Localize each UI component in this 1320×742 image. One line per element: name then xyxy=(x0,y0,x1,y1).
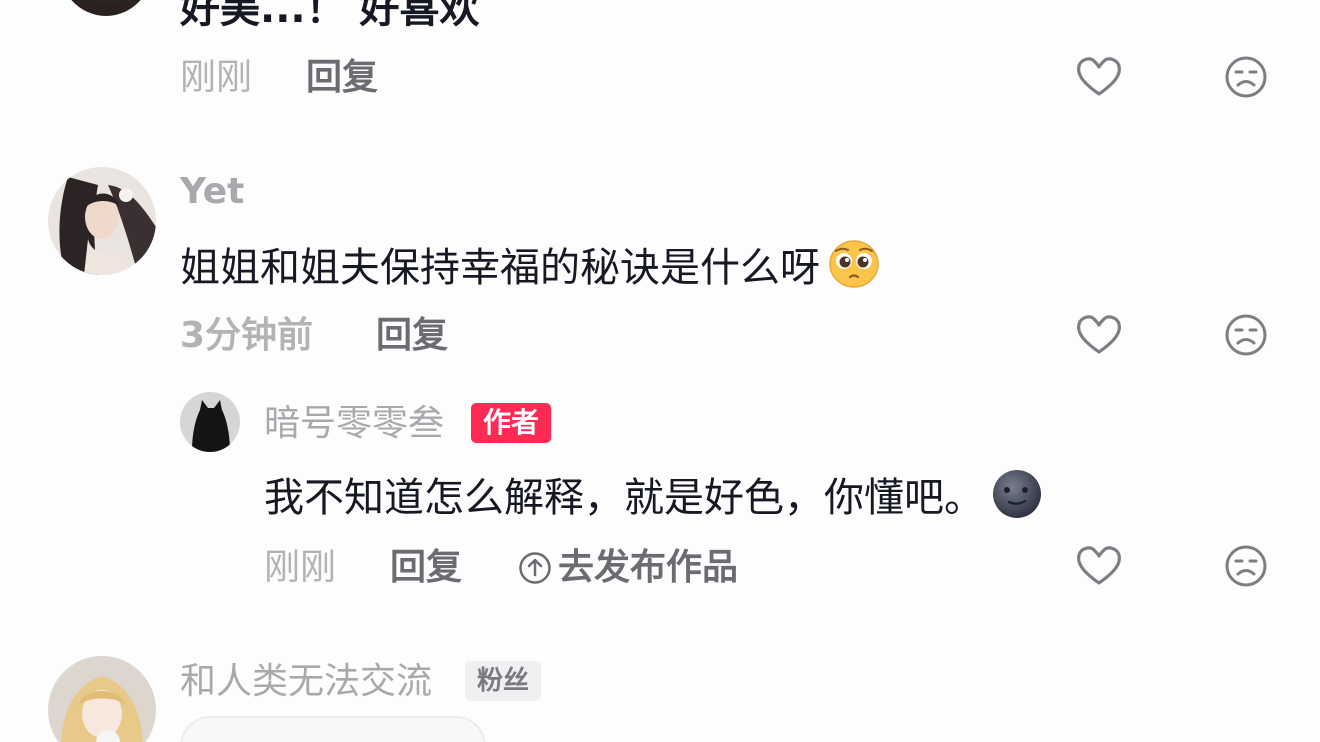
username[interactable]: 和人类无法交流 xyxy=(180,660,432,704)
heart-icon[interactable] xyxy=(1074,541,1124,591)
reply-button[interactable]: 回复 xyxy=(390,546,462,590)
publish-work-label: 去发布作品 xyxy=(558,547,739,588)
arrow-up-circle-icon xyxy=(519,552,551,584)
comment-text-content: 姐姐和姐夫保持幸福的秘诀是什么呀 xyxy=(180,245,820,291)
comment-text: 姐姐和姐夫保持幸福的秘诀是什么呀 xyxy=(180,238,882,302)
reply-button[interactable]: 回复 xyxy=(306,56,378,100)
author-avatar[interactable] xyxy=(180,392,240,452)
heart-icon[interactable] xyxy=(1074,52,1124,102)
unhappy-face-icon[interactable] xyxy=(1221,541,1271,591)
new-moon-face-icon xyxy=(990,468,1044,532)
avatar[interactable] xyxy=(58,0,154,16)
reply-button[interactable]: 回复 xyxy=(376,314,448,358)
author-badge: 作者 xyxy=(471,403,552,443)
fan-badge: 粉丝 xyxy=(465,661,542,701)
comment-time: 刚刚 xyxy=(180,57,253,98)
reply-text: 我不知道怎么解释，就是好色，你懂吧。 xyxy=(264,468,1044,532)
avatar[interactable] xyxy=(48,167,156,275)
avatar[interactable] xyxy=(48,656,156,742)
username[interactable]: Yet xyxy=(180,170,244,214)
pleading-face-icon xyxy=(826,238,882,302)
comment-time: 3分钟前 xyxy=(180,315,314,356)
comment-text: 好美...！ 好喜欢 xyxy=(180,0,480,32)
heart-icon[interactable] xyxy=(1074,310,1124,360)
publish-work-link[interactable]: 去发布作品 xyxy=(518,546,738,590)
unhappy-face-icon[interactable] xyxy=(1221,310,1271,360)
unhappy-face-icon[interactable] xyxy=(1221,52,1271,102)
reply-time: 刚刚 xyxy=(264,547,337,588)
reply-text-content: 我不知道怎么解释，就是好色，你懂吧。 xyxy=(264,475,984,521)
author-username[interactable]: 暗号零零叁 xyxy=(264,402,444,446)
comment-list: 好美...！ 好喜欢 刚刚 回复 Yet 姐姐和姐夫保持幸福的秘诀是什么呀 3分… xyxy=(0,0,1320,742)
comment-bubble xyxy=(180,716,486,742)
